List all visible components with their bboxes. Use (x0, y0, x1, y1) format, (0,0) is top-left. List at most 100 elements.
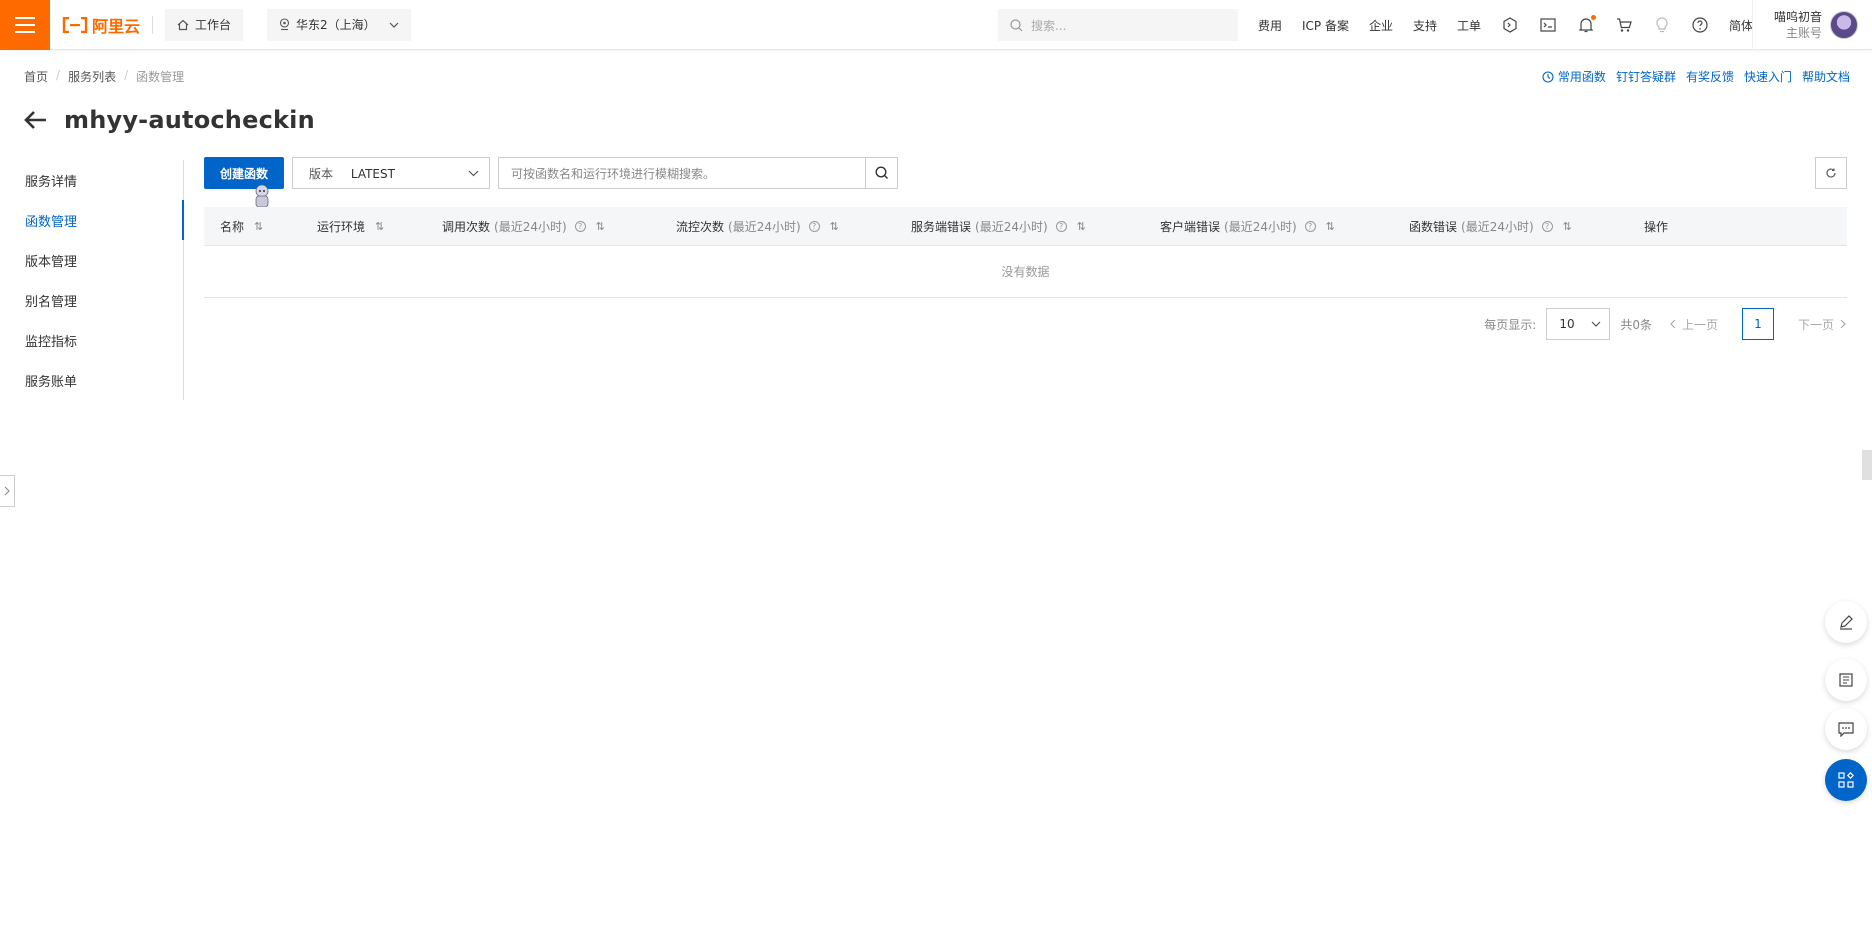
workbench-button[interactable]: 工作台 (165, 8, 244, 41)
nav-ticket[interactable]: 工单 (1457, 17, 1481, 34)
link-quick-start[interactable]: 快速入门 (1744, 68, 1792, 85)
help-circle-icon[interactable]: ? (1541, 221, 1553, 232)
edit-float-button[interactable] (1825, 601, 1867, 643)
sidebar-item-alias-management[interactable]: 别名管理 (0, 280, 183, 320)
column-header-runtime[interactable]: 运行环境 ⇅ (317, 207, 384, 246)
prev-page-button[interactable]: 上一页 (1670, 316, 1718, 333)
breadcrumb-separator: / (56, 68, 61, 82)
sort-icon[interactable]: ⇅ (1563, 220, 1572, 233)
global-search-input[interactable]: 搜索... (998, 9, 1238, 41)
pencil-icon (1840, 615, 1853, 630)
sidebar-item-function-management[interactable]: 函数管理 (0, 200, 184, 240)
top-nav: 费用 ICP 备案 企业 支持 工单 简体 (1258, 0, 1753, 50)
breadcrumb-service-list[interactable]: 服务列表 (68, 68, 116, 85)
title-row: mhyy-autocheckin (24, 106, 315, 134)
top-bar: 阿里云 工作台 华东2（上海） 搜索... 费用 ICP 备案 企业 支持 工单 (0, 0, 1872, 50)
chevron-down-icon (1591, 321, 1601, 327)
column-header-client-errors[interactable]: 客户端错误 (最近24小时) ? ⇅ (1160, 207, 1335, 246)
sort-icon[interactable]: ⇅ (375, 220, 384, 233)
sort-icon[interactable]: ⇅ (830, 220, 839, 233)
help-circle-icon[interactable]: ? (1304, 221, 1316, 232)
link-feedback[interactable]: 有奖反馈 (1686, 68, 1734, 85)
newspaper-icon (1839, 673, 1853, 687)
cart-icon[interactable] (1615, 16, 1633, 34)
version-select-value: LATEST (350, 166, 395, 181)
column-label: 操作 (1644, 220, 1669, 234)
version-select-label: 版本 (309, 166, 334, 181)
nav-support[interactable]: 支持 (1413, 17, 1437, 34)
location-pin-icon (279, 18, 290, 31)
column-label: 名称 (220, 220, 245, 234)
workbench-label: 工作台 (195, 18, 232, 32)
help-icon[interactable] (1691, 16, 1709, 34)
chevron-down-icon (468, 170, 479, 176)
page-number-button[interactable]: 1 (1741, 308, 1774, 340)
aliyun-logo[interactable]: 阿里云 (62, 13, 140, 37)
global-search-placeholder: 搜索... (1031, 18, 1067, 33)
help-circle-icon[interactable]: ? (808, 221, 820, 232)
news-float-button[interactable] (1825, 659, 1867, 701)
sort-icon[interactable]: ⇅ (596, 220, 605, 233)
column-header-invocations[interactable]: 调用次数 (最近24小时) ? ⇅ (442, 207, 605, 246)
home-icon (177, 19, 189, 30)
column-header-server-errors[interactable]: 服务端错误 (最近24小时) ? ⇅ (911, 207, 1086, 246)
terminal-icon[interactable] (1539, 16, 1557, 34)
refresh-button[interactable] (1815, 157, 1847, 189)
hamburger-menu-button[interactable] (0, 0, 50, 50)
account-name: 喵呜初音 (1773, 10, 1822, 24)
scroll-handle[interactable] (1862, 450, 1872, 480)
hamburger-icon (15, 16, 35, 33)
notification-dot (1591, 15, 1597, 20)
language-switch[interactable]: 简体 (1729, 17, 1753, 34)
column-header-function-errors[interactable]: 函数错误 (最近24小时) ? ⇅ (1409, 207, 1572, 246)
nav-icp[interactable]: ICP 备案 (1302, 17, 1349, 34)
page-size-select[interactable]: 10 (1546, 308, 1611, 340)
bell-icon[interactable] (1577, 15, 1597, 34)
page-size-label: 每页显示: (1484, 317, 1537, 332)
nav-enterprise[interactable]: 企业 (1369, 17, 1393, 34)
chevron-right-icon (1840, 319, 1846, 329)
total-count: 共0条 (1620, 317, 1652, 332)
function-search-button[interactable] (865, 158, 897, 188)
back-arrow-icon[interactable] (24, 110, 48, 130)
sort-icon[interactable]: ⇅ (1326, 220, 1335, 233)
table-header: 名称 ⇅ 运行环境 ⇅ 调用次数 (最近24小时) ? ⇅ 流控次数 (最近24… (204, 207, 1847, 246)
link-common-functions[interactable]: 常用函数 (1558, 68, 1606, 85)
version-select[interactable]: 版本 LATEST (292, 157, 491, 189)
page-size-value: 10 (1559, 317, 1575, 331)
function-search-input[interactable]: 可按函数名和运行环境进行模糊搜索。 (499, 158, 865, 188)
page-title: mhyy-autocheckin (64, 106, 315, 134)
chat-float-button[interactable] (1825, 708, 1867, 750)
column-hint: (最近24小时) (1224, 220, 1297, 234)
account-role: 主账号 (1785, 26, 1822, 40)
help-circle-icon[interactable]: ? (1055, 221, 1067, 232)
lightbulb-icon[interactable] (1653, 16, 1671, 34)
next-page-button[interactable]: 下一页 (1798, 316, 1846, 333)
help-circle-icon[interactable]: ? (574, 221, 586, 232)
column-label: 流控次数 (676, 220, 725, 234)
region-selector[interactable]: 华东2（上海） (267, 8, 412, 41)
cloudshell-icon[interactable] (1501, 16, 1519, 34)
column-header-name[interactable]: 名称 ⇅ (220, 207, 263, 246)
avatar[interactable] (1830, 11, 1858, 39)
chevron-down-icon (389, 22, 399, 28)
column-hint: (最近24小时) (728, 220, 801, 234)
apps-float-button[interactable] (1825, 759, 1867, 801)
clock-icon (1542, 70, 1554, 83)
sidebar-item-billing[interactable]: 服务账单 (0, 360, 183, 400)
column-header-throttles[interactable]: 流控次数 (最近24小时) ? ⇅ (676, 207, 839, 246)
search-icon (1010, 18, 1023, 31)
sort-icon[interactable]: ⇅ (254, 220, 263, 233)
account-menu[interactable]: 喵呜初音 主账号 (1752, 0, 1872, 50)
link-dingtalk-group[interactable]: 钉钉答疑群 (1616, 68, 1676, 85)
sort-icon[interactable]: ⇅ (1077, 220, 1086, 233)
sidebar-item-service-detail[interactable]: 服务详情 (0, 160, 183, 200)
region-label: 华东2（上海） (296, 18, 376, 32)
sidebar-item-version-management[interactable]: 版本管理 (0, 240, 183, 280)
sidebar-item-monitoring[interactable]: 监控指标 (0, 320, 183, 360)
next-page-label: 下一页 (1797, 317, 1834, 332)
link-help-docs[interactable]: 帮助文档 (1802, 68, 1850, 85)
sidebar-collapse-toggle[interactable] (0, 475, 15, 507)
breadcrumb-home[interactable]: 首页 (24, 68, 48, 85)
nav-fees[interactable]: 费用 (1258, 17, 1282, 34)
